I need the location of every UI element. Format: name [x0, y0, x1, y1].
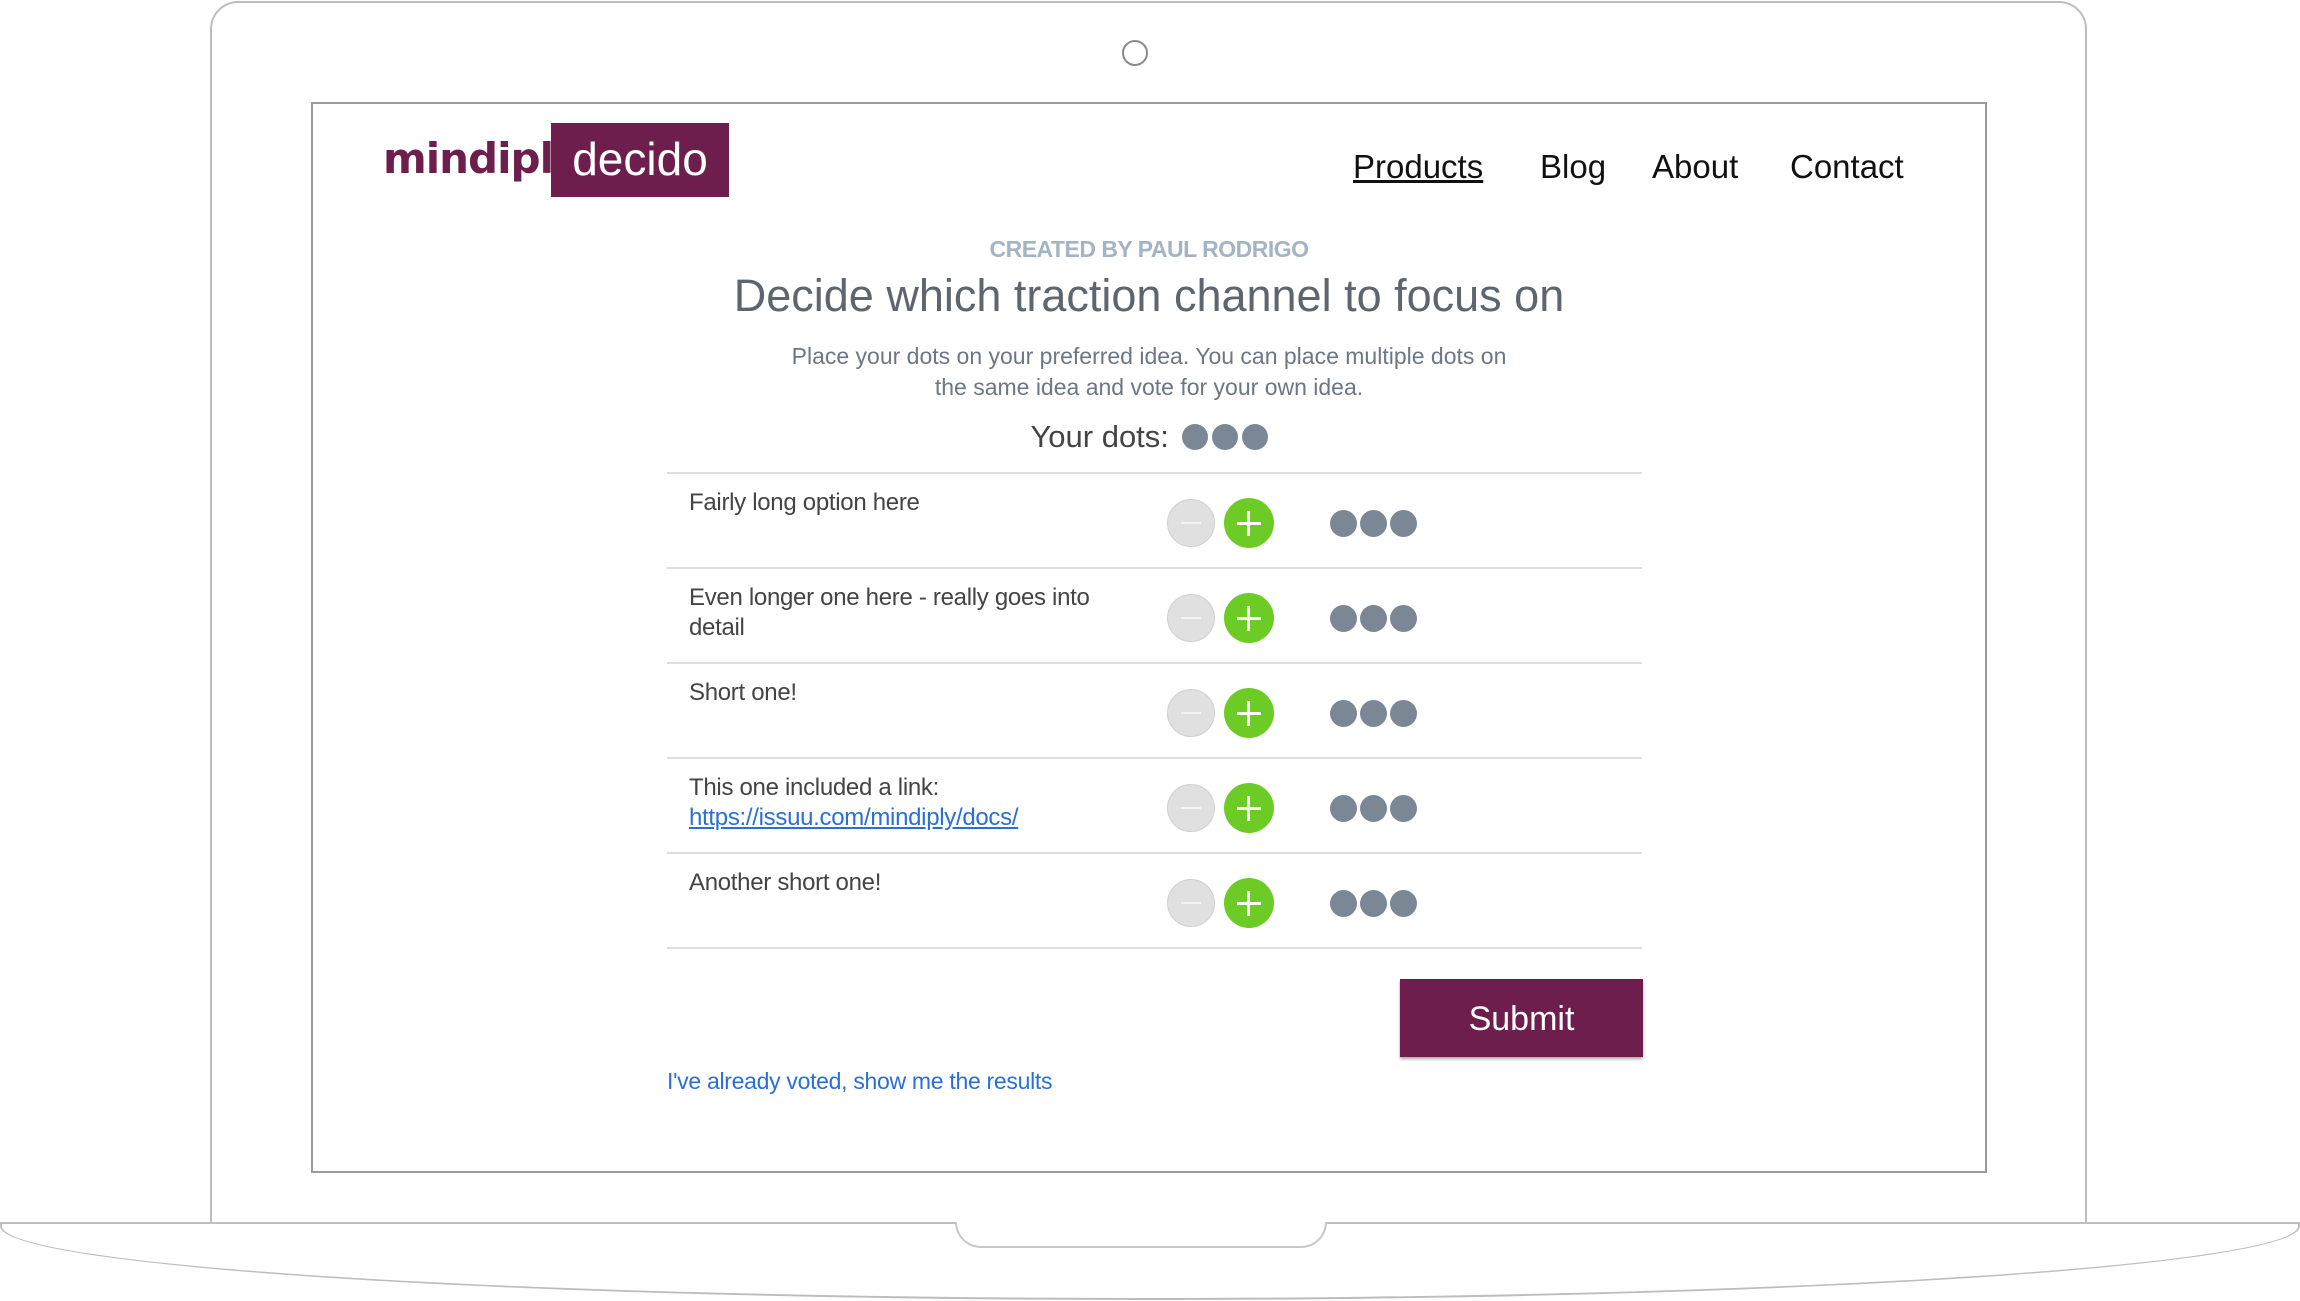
option-row: Short one!	[667, 662, 1642, 757]
page-subtitle: Place your dots on your preferred idea. …	[791, 343, 1507, 400]
dot-icon	[1360, 510, 1387, 537]
dot-icon	[1241, 423, 1268, 450]
add-dot-button[interactable]	[1224, 498, 1274, 548]
dot-icon	[1330, 510, 1357, 537]
dot-icon	[1330, 700, 1357, 727]
option-row: Fairly long option here	[667, 472, 1642, 567]
option-row: Even longer one here - really goes into …	[667, 567, 1642, 662]
option-label: Another short one!	[689, 869, 882, 896]
option-dots	[1330, 795, 1420, 822]
dot-icon	[1181, 423, 1208, 450]
remove-dot-button[interactable]	[1167, 594, 1215, 642]
camera-icon	[1122, 40, 1148, 66]
page-title: Decide which traction channel to focus o…	[733, 270, 1565, 321]
show-results-link[interactable]: I've already voted, show me the results	[667, 1068, 1052, 1095]
option-text: Another short one!	[689, 868, 1149, 898]
option-dots	[1330, 510, 1420, 537]
dot-icon	[1390, 890, 1417, 917]
dot-icon	[1360, 890, 1387, 917]
your-dots-indicator	[1178, 417, 1268, 452]
remove-dot-button[interactable]	[1167, 689, 1215, 737]
submit-button[interactable]: Submit	[1400, 979, 1643, 1057]
add-dot-button[interactable]	[1224, 783, 1274, 833]
your-dots: Your dots:	[313, 417, 1985, 455]
nav-blog[interactable]: Blog	[1540, 148, 1606, 186]
dot-icon	[1360, 700, 1387, 727]
nav-contact[interactable]: Contact	[1790, 148, 1904, 186]
nav-about[interactable]: About	[1652, 148, 1738, 186]
option-row: This one included a link: https://issuu.…	[667, 757, 1642, 852]
dot-icon	[1211, 423, 1238, 450]
your-dots-label: Your dots:	[1030, 418, 1169, 454]
dot-icon	[1390, 700, 1417, 727]
add-dot-button[interactable]	[1224, 688, 1274, 738]
option-text: Even longer one here - really goes into …	[689, 583, 1149, 643]
remove-dot-button[interactable]	[1167, 784, 1215, 832]
option-dots	[1330, 890, 1420, 917]
dot-icon	[1330, 605, 1357, 632]
dot-icon	[1390, 605, 1417, 632]
option-dots	[1330, 605, 1420, 632]
option-label: This one included a link:	[689, 774, 939, 801]
option-row: Another short one!	[667, 852, 1642, 949]
option-text: Short one!	[689, 678, 1149, 708]
remove-dot-button[interactable]	[1167, 879, 1215, 927]
nav-products[interactable]: Products	[1353, 148, 1483, 186]
option-label: Even longer one here - really goes into …	[689, 584, 1090, 641]
add-dot-button[interactable]	[1224, 593, 1274, 643]
dot-icon	[1360, 605, 1387, 632]
option-label: Short one!	[689, 679, 797, 706]
option-label: Fairly long option here	[689, 489, 920, 516]
dot-icon	[1330, 795, 1357, 822]
remove-dot-button[interactable]	[1167, 499, 1215, 547]
option-dots	[1330, 700, 1420, 727]
laptop-notch	[955, 1222, 1327, 1248]
dot-icon	[1390, 795, 1417, 822]
option-link[interactable]: https://issuu.com/mindiply/docs/	[689, 804, 1019, 831]
dot-icon	[1360, 795, 1387, 822]
dot-icon	[1390, 510, 1417, 537]
browser-screen: mindiply decido Products Blog About Cont…	[311, 102, 1987, 1173]
option-text: This one included a link: https://issuu.…	[689, 773, 1149, 833]
creator-label: CREATED BY PAUL RODRIGO	[989, 236, 1309, 262]
options-table: Fairly long option here Even longer one h…	[667, 472, 1642, 949]
main-nav: Products Blog About Contact	[313, 148, 1985, 198]
option-text: Fairly long option here	[689, 488, 1149, 518]
add-dot-button[interactable]	[1224, 878, 1274, 928]
dot-icon	[1330, 890, 1357, 917]
